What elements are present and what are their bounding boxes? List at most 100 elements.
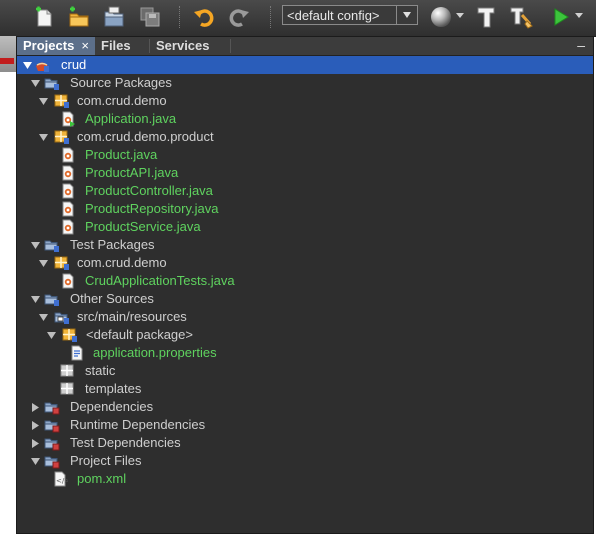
- resource-folder-icon: [54, 309, 70, 325]
- library-folder-icon: [44, 453, 60, 469]
- collapsed-triangle-icon[interactable]: [29, 434, 41, 452]
- tree-node[interactable]: application.properties: [17, 344, 593, 362]
- xml-file-icon: </>: [52, 471, 70, 487]
- tree-node[interactable]: Project Files: [17, 452, 593, 470]
- package-icon: [54, 255, 70, 271]
- java-file-icon: [60, 183, 76, 199]
- clean-build-button[interactable]: [508, 4, 534, 30]
- tree-node[interactable]: Product.java: [17, 146, 593, 164]
- tree-node[interactable]: Test Packages: [17, 236, 593, 254]
- tab-services[interactable]: Services: [150, 37, 230, 55]
- expanded-triangle-icon[interactable]: [21, 56, 33, 74]
- tree-node[interactable]: ProductService.java: [17, 218, 593, 236]
- tree-node-label: Test Packages: [70, 237, 155, 252]
- tree-node-label: Dependencies: [70, 399, 154, 414]
- tree-node[interactable]: com.crud.demo.product: [17, 128, 593, 146]
- play-icon: [554, 8, 569, 26]
- configuration-value: <default config>: [287, 7, 380, 23]
- tree-node[interactable]: Other Sources: [17, 290, 593, 308]
- java-file-icon: [60, 219, 76, 235]
- collapsed-triangle-icon[interactable]: [29, 398, 41, 416]
- expanded-triangle-icon[interactable]: [29, 290, 41, 308]
- projects-panel: Projects × Files Services – crud Source P…: [16, 36, 594, 534]
- editor-edge: [0, 36, 16, 534]
- new-file-button[interactable]: [31, 4, 57, 30]
- tab-files-label: Files: [101, 38, 131, 53]
- expanded-triangle-icon[interactable]: [29, 452, 41, 470]
- tree-node-label: CrudApplicationTests.java: [85, 273, 235, 288]
- library-folder-icon: [44, 417, 60, 433]
- tree-node-label: pom.xml: [77, 471, 127, 486]
- new-project-button[interactable]: [66, 4, 92, 30]
- tree-node-label: crud: [61, 57, 87, 72]
- tree-node-label: Test Dependencies: [70, 435, 181, 450]
- tree-node[interactable]: crud: [17, 56, 593, 74]
- expanded-triangle-icon[interactable]: [29, 236, 41, 254]
- undo-button[interactable]: [191, 4, 217, 30]
- tree-node[interactable]: templates: [17, 380, 593, 398]
- tree-node[interactable]: CrudApplicationTests.java: [17, 272, 593, 290]
- expanded-triangle-icon[interactable]: [37, 92, 49, 110]
- build-project-button[interactable]: [473, 4, 499, 30]
- tree-node[interactable]: <default package>: [17, 326, 593, 344]
- tree-node-label: templates: [85, 381, 142, 396]
- run-project-button[interactable]: [548, 4, 574, 30]
- package-icon: [54, 129, 70, 145]
- tree-node[interactable]: com.crud.demo: [17, 254, 593, 272]
- collapsed-triangle-icon[interactable]: [29, 416, 41, 434]
- svg-text:</>: </>: [56, 477, 68, 485]
- library-folder-icon: [44, 435, 60, 451]
- save-all-button[interactable]: [137, 4, 163, 30]
- caret-down-icon[interactable]: [575, 13, 583, 19]
- java-file-icon: [60, 201, 76, 217]
- clean-build-icon: [510, 7, 533, 29]
- redo-button[interactable]: [226, 4, 252, 30]
- tree-node[interactable]: ProductRepository.java: [17, 200, 593, 218]
- tree-node[interactable]: Test Dependencies: [17, 434, 593, 452]
- java-file-icon: [60, 273, 76, 289]
- tree-node[interactable]: </> pom.xml: [17, 470, 593, 488]
- tree-node-label: ProductRepository.java: [85, 201, 219, 216]
- tree-node[interactable]: static: [17, 362, 593, 380]
- maven-project-icon: [34, 57, 50, 73]
- tab-services-label: Services: [156, 38, 210, 53]
- run-target-button[interactable]: [428, 4, 454, 30]
- tree-node[interactable]: ProductAPI.java: [17, 164, 593, 182]
- java-file-icon: [60, 147, 76, 163]
- tree-node-label: Application.java: [85, 111, 177, 126]
- tree-node-label: Runtime Dependencies: [70, 417, 206, 432]
- close-icon[interactable]: ×: [81, 37, 89, 55]
- tree-node[interactable]: ProductController.java: [17, 182, 593, 200]
- tree-node[interactable]: Application.java: [17, 110, 593, 128]
- project-tree[interactable]: crud Source Packages com.crud.demo Applicat…: [17, 56, 593, 534]
- tab-projects[interactable]: Projects ×: [17, 37, 95, 55]
- package-icon: [62, 327, 78, 343]
- open-project-icon: [104, 6, 124, 27]
- tree-node-label: ProductAPI.java: [85, 165, 179, 180]
- open-project-button[interactable]: [101, 4, 127, 30]
- tree-node-label: static: [85, 363, 116, 378]
- expanded-triangle-icon[interactable]: [37, 128, 49, 146]
- chevron-down-icon: [396, 6, 417, 24]
- minimize-icon[interactable]: –: [577, 37, 585, 53]
- expanded-triangle-icon[interactable]: [37, 254, 49, 272]
- expanded-triangle-icon[interactable]: [45, 326, 57, 344]
- caret-down-icon[interactable]: [456, 13, 464, 19]
- configuration-select[interactable]: <default config>: [282, 5, 418, 25]
- new-file-icon: [36, 6, 52, 27]
- tree-node-label: ProductController.java: [85, 183, 213, 198]
- tree-node-label: Product.java: [85, 147, 158, 162]
- new-project-icon: [69, 6, 89, 27]
- tab-files[interactable]: Files: [95, 37, 150, 55]
- expanded-triangle-icon[interactable]: [29, 74, 41, 92]
- tree-node[interactable]: Dependencies: [17, 398, 593, 416]
- expanded-triangle-icon[interactable]: [37, 308, 49, 326]
- tree-node[interactable]: Source Packages: [17, 74, 593, 92]
- panel-tabs: Projects × Files Services –: [17, 37, 593, 56]
- tree-node[interactable]: src/main/resources: [17, 308, 593, 326]
- package-icon: [54, 93, 70, 109]
- redo-icon: [229, 9, 249, 27]
- tree-node[interactable]: Runtime Dependencies: [17, 416, 593, 434]
- tree-node-label: ProductService.java: [85, 219, 201, 234]
- tree-node[interactable]: com.crud.demo: [17, 92, 593, 110]
